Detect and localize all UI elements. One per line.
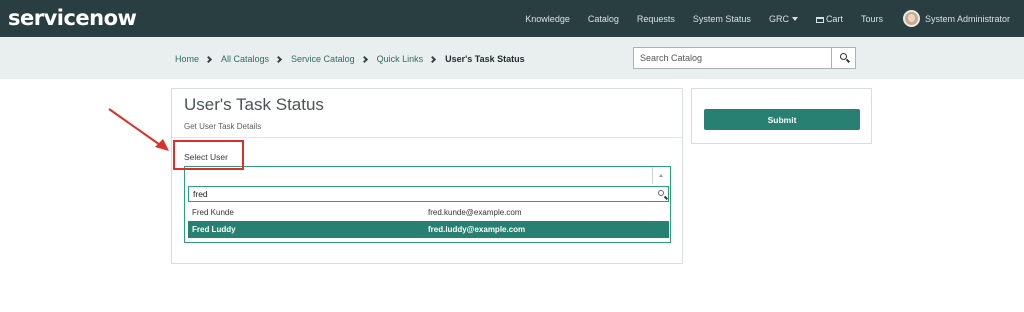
nav-cart-label: Cart [825, 13, 843, 24]
nav-cart[interactable]: Cart [815, 13, 843, 24]
chevron-right-icon [204, 55, 213, 63]
user-name: System Administrator [924, 13, 1010, 24]
servicenow-logo[interactable]: servicenow [8, 6, 137, 30]
chevron-right-icon [275, 55, 283, 63]
nav-grc-menu[interactable]: GRC [769, 14, 798, 24]
nav-catalog[interactable]: Catalog [588, 14, 619, 24]
catalog-search-input[interactable] [634, 48, 833, 68]
breadcrumb-quick-links[interactable]: Quick Links [377, 54, 424, 64]
breadcrumb: Home All Catalogs Service Catalog Quick … [175, 54, 525, 64]
top-navigation-bar: servicenow Knowledge Catalog Requests Sy… [0, 0, 1024, 37]
nav-knowledge[interactable]: Knowledge [525, 14, 570, 24]
nav-grc-label: GRC [768, 13, 789, 24]
nav-system-status[interactable]: System Status [693, 14, 751, 24]
breadcrumb-all-catalogs[interactable]: All Catalogs [221, 54, 269, 64]
chevron-right-icon [360, 55, 368, 63]
user-option-email: fred.kunde@example.com [428, 208, 522, 217]
order-panel: Submit [691, 88, 872, 144]
logo-text: servicenow [8, 6, 137, 30]
annotation-highlight-box [173, 140, 244, 170]
catalog-item-form: User's Task Status Get User Task Details… [171, 88, 683, 264]
user-option-email: fred.luddy@example.com [428, 225, 526, 234]
user-option-name: Fred Kunde [192, 208, 234, 217]
annotation-arrow-icon [108, 108, 169, 151]
page-title: User's Task Status [184, 95, 324, 114]
user-option-name: Fred Luddy [192, 225, 236, 234]
breadcrumb-service-catalog[interactable]: Service Catalog [291, 54, 355, 64]
breadcrumb-bar: Home All Catalogs Service Catalog Quick … [0, 37, 1024, 79]
submit-button[interactable]: Submit [704, 109, 860, 130]
breadcrumb-current: User's Task Status [445, 54, 525, 64]
user-option[interactable]: Fred Kunde fred.kunde@example.com [188, 204, 669, 221]
select-user-field[interactable] [184, 166, 671, 185]
dropdown-search [188, 186, 669, 202]
nav-tours[interactable]: Tours [861, 14, 883, 24]
nav-requests[interactable]: Requests [637, 14, 675, 24]
search-icon [840, 53, 847, 60]
avatar [902, 10, 920, 27]
user-option-selected[interactable]: Fred Luddy fred.luddy@example.com [188, 221, 669, 238]
divider [172, 137, 682, 138]
cart-icon [815, 16, 824, 23]
chevron-right-icon [429, 55, 437, 63]
dropdown-search-input[interactable] [189, 187, 649, 201]
breadcrumb-home[interactable]: Home [175, 54, 199, 64]
header-nav: Knowledge Catalog Requests System Status… [507, 0, 1024, 37]
user-dropdown: Fred Kunde fred.kunde@example.com Fred L… [184, 184, 671, 243]
catalog-search-button[interactable] [831, 48, 855, 68]
chevron-up-icon[interactable] [652, 167, 670, 184]
catalog-search [633, 47, 856, 69]
caret-down-icon [791, 16, 798, 21]
user-menu[interactable]: System Administrator [902, 10, 1010, 27]
search-icon [658, 190, 664, 196]
page-subtitle: Get User Task Details [184, 122, 262, 131]
